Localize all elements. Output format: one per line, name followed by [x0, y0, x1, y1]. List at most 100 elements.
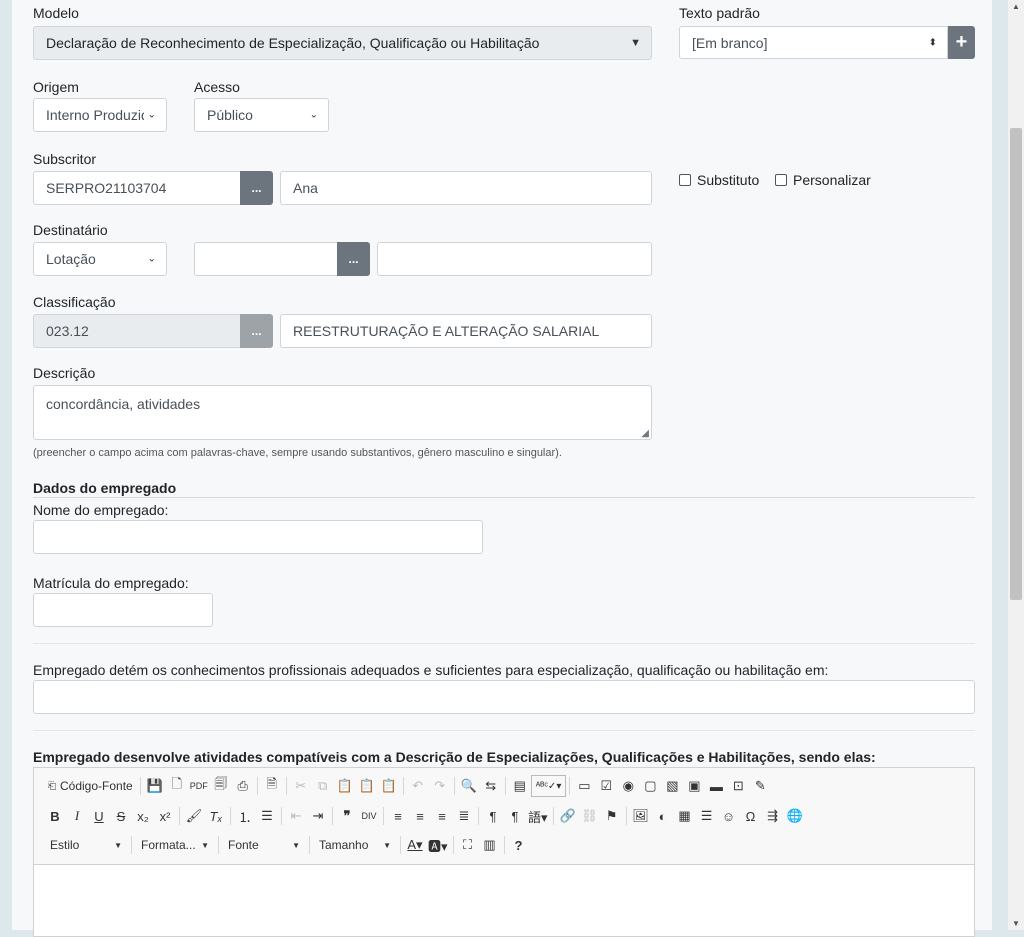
scroll-down-icon[interactable]: ▼: [1008, 919, 1024, 928]
paste-text-icon[interactable]: 📋: [356, 775, 378, 797]
destinatario-tipo-value: Lotação: [46, 251, 96, 267]
ltr-icon[interactable]: ¶: [482, 805, 504, 827]
paste-word-icon[interactable]: 📋: [378, 775, 400, 797]
style-combo[interactable]: Estilo ▼: [44, 834, 128, 856]
cut-icon[interactable]: ✂: [290, 775, 312, 797]
remove-format-icon[interactable]: Tₓ: [205, 805, 227, 827]
origem-select[interactable]: Interno Produzido ⌄: [33, 98, 167, 132]
format-combo[interactable]: Formata... ▼: [135, 834, 215, 856]
personalizar-checkbox[interactable]: Personalizar: [775, 172, 871, 188]
destinatario-name-input[interactable]: [377, 242, 652, 276]
anchor-icon[interactable]: ⚑: [601, 805, 623, 827]
find-icon[interactable]: 🔍: [458, 775, 480, 797]
editor-content-area[interactable]: [34, 864, 974, 936]
button-field-icon[interactable]: ▬: [705, 775, 727, 797]
smiley-icon[interactable]: ☺: [718, 805, 740, 827]
save-icon[interactable]: 💾: [144, 775, 166, 797]
select-all-icon[interactable]: ▤: [509, 775, 531, 797]
bold-icon[interactable]: B: [44, 805, 66, 827]
align-center-icon[interactable]: ≡: [409, 805, 431, 827]
align-left-icon[interactable]: ≡: [387, 805, 409, 827]
matricula-empregado-input[interactable]: [33, 593, 213, 627]
descricao-textarea[interactable]: concordância, atividades ◢: [33, 385, 652, 440]
help-icon[interactable]: ?: [508, 834, 530, 856]
image-icon[interactable]: 🖼: [630, 805, 652, 827]
pdf-icon[interactable]: PDF: [188, 775, 210, 797]
classificacao-search-button[interactable]: ...: [240, 314, 273, 348]
select-field-icon[interactable]: ▣: [683, 775, 705, 797]
horizontal-line-icon[interactable]: ☰: [696, 805, 718, 827]
bullet-list-icon[interactable]: ☰: [256, 805, 278, 827]
align-right-icon[interactable]: ≡: [431, 805, 453, 827]
conhecimentos-input[interactable]: [33, 680, 975, 714]
subscritor-code-input[interactable]: SERPRO21103704: [33, 171, 241, 205]
vertical-scrollbar[interactable]: ▲ ▼: [1008, 0, 1024, 930]
add-texto-button[interactable]: +: [948, 26, 975, 59]
destinatario-search-button[interactable]: ...: [337, 242, 370, 276]
classificacao-code-input[interactable]: 023.12: [33, 314, 241, 348]
text-color-icon[interactable]: A▾: [404, 834, 426, 856]
scrollbar-thumb[interactable]: [1010, 128, 1022, 600]
destinatario-tipo-select[interactable]: Lotação ⌄: [33, 242, 167, 276]
link-icon[interactable]: 🔗: [557, 805, 579, 827]
bg-color-icon[interactable]: 🅰▾: [426, 834, 450, 856]
modelo-select[interactable]: Declaração de Reconhecimento de Especial…: [33, 26, 652, 60]
show-blocks-icon[interactable]: ▥: [479, 834, 501, 856]
checkbox-box[interactable]: [679, 174, 691, 186]
strike-icon[interactable]: S: [110, 805, 132, 827]
italic-icon[interactable]: I: [66, 805, 88, 827]
scroll-up-icon[interactable]: ▲: [1008, 2, 1024, 11]
redo-icon[interactable]: ↷: [429, 775, 451, 797]
copy-format-icon[interactable]: 🖌: [183, 805, 205, 827]
undo-icon[interactable]: ↶: [407, 775, 429, 797]
preview-icon[interactable]: 🗐: [210, 775, 232, 797]
div-icon[interactable]: DIV: [358, 805, 380, 827]
toolbar-separator: [218, 836, 219, 854]
language-icon[interactable]: 語▾: [526, 805, 550, 827]
nome-empregado-input[interactable]: [33, 520, 483, 554]
justify-icon[interactable]: ≣: [453, 805, 475, 827]
indent-icon[interactable]: ⇥: [307, 805, 329, 827]
numbered-list-icon[interactable]: ⒈: [234, 805, 256, 827]
acesso-select[interactable]: Público ⌄: [194, 98, 329, 132]
print-icon[interactable]: ⎙: [232, 775, 254, 797]
unlink-icon[interactable]: ⛓: [579, 805, 601, 827]
source-code-button[interactable]: ⎗ Código-Fonte: [44, 775, 137, 797]
form-icon[interactable]: ▭: [573, 775, 595, 797]
special-char-icon[interactable]: Ω: [740, 805, 762, 827]
checkbox-box[interactable]: [775, 174, 787, 186]
blockquote-icon[interactable]: ❞: [336, 805, 358, 827]
table-icon[interactable]: ▦: [674, 805, 696, 827]
toolbar-separator: [179, 807, 180, 825]
classificacao-name-input[interactable]: REESTRUTURAÇÃO E ALTERAÇÃO SALARIAL: [280, 314, 652, 348]
new-page-icon[interactable]: 🗋: [166, 775, 188, 797]
size-combo[interactable]: Tamanho ▼: [313, 834, 397, 856]
checkbox-icon[interactable]: ☑: [595, 775, 617, 797]
templates-icon[interactable]: 🗎: [261, 775, 283, 797]
subscript-icon[interactable]: x₂: [132, 805, 154, 827]
superscript-icon[interactable]: x²: [154, 805, 176, 827]
destinatario-code-input[interactable]: [194, 242, 338, 276]
outdent-icon[interactable]: ⇤: [285, 805, 307, 827]
maximize-icon[interactable]: ⛶: [457, 834, 479, 856]
hidden-field-icon[interactable]: ✎: [749, 775, 771, 797]
subscritor-name-input[interactable]: Ana: [280, 171, 652, 205]
rtl-icon[interactable]: ¶: [504, 805, 526, 827]
radio-icon[interactable]: ◉: [617, 775, 639, 797]
image-button-icon[interactable]: ⊡: [727, 775, 749, 797]
flash-icon[interactable]: ◐: [652, 805, 674, 827]
page-break-icon[interactable]: ⇶: [762, 805, 784, 827]
spellcheck-icon[interactable]: ᴬᴮᶜ✓▾: [530, 775, 567, 797]
textfield-icon[interactable]: ▢: [639, 775, 661, 797]
copy-icon[interactable]: ⧉: [312, 775, 334, 797]
underline-icon[interactable]: U: [88, 805, 110, 827]
resize-grip-icon[interactable]: ◢: [641, 428, 649, 439]
subscritor-search-button[interactable]: ...: [240, 171, 273, 205]
substituto-checkbox[interactable]: Substituto: [679, 172, 759, 188]
texto-padrao-select[interactable]: [Em branco] ⬍: [679, 26, 948, 59]
iframe-icon[interactable]: 🌐: [784, 805, 806, 827]
replace-icon[interactable]: ⇆: [480, 775, 502, 797]
textarea-icon[interactable]: ▧: [661, 775, 683, 797]
font-combo[interactable]: Fonte ▼: [222, 834, 306, 856]
paste-icon[interactable]: 📋: [334, 775, 356, 797]
